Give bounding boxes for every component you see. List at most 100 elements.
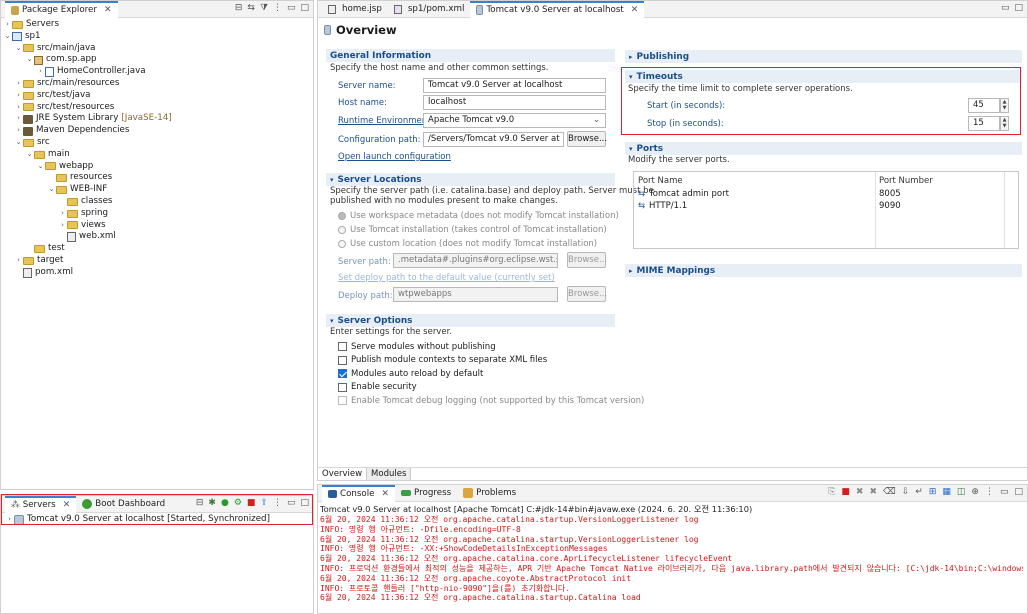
tab-tomcat-server[interactable]: Tomcat v9.0 Server at localhost ✕ <box>470 1 645 18</box>
open-launch-config-link[interactable]: Open launch configuration <box>338 152 451 162</box>
tab-problems[interactable]: Problems <box>457 485 522 502</box>
server-option-checkbox[interactable]: Serve modules without publishing <box>338 340 644 354</box>
chevron-down-icon[interactable]: ⌄ <box>14 137 23 149</box>
runtime-environment-select[interactable]: Apache Tomcat v9.0 ⌄ <box>423 113 606 128</box>
chevron-right-icon[interactable]: › <box>14 255 23 267</box>
chevron-right-icon[interactable]: › <box>36 66 45 78</box>
word-wrap-icon[interactable]: ↵ <box>915 487 923 497</box>
tree-item[interactable]: ⌄ webapp <box>3 161 313 173</box>
tree-item[interactable]: › spring <box>3 208 313 220</box>
tab-modules[interactable]: Modules <box>367 468 412 480</box>
chevron-right-icon[interactable]: › <box>14 113 23 125</box>
server-options-header[interactable]: ▾ Server Options <box>326 314 615 327</box>
close-icon[interactable]: ✕ <box>631 5 639 15</box>
open-console-icon[interactable]: ◫ <box>957 487 966 497</box>
server-path-field[interactable]: .metadata#.plugins#org.eclipse.wst.serve… <box>393 253 558 268</box>
view-menu-icon[interactable]: ⋮ <box>985 487 994 497</box>
tree-item[interactable]: › Maven Dependencies <box>3 125 313 137</box>
tab-console[interactable]: Console ✕ <box>322 485 396 502</box>
chevron-right-icon[interactable]: › <box>14 78 23 90</box>
terminate-icon[interactable]: ■ <box>841 487 850 497</box>
copy-icon[interactable]: ⎘ <box>828 487 835 497</box>
tree-item[interactable]: › src/test/java <box>3 90 313 102</box>
chevron-down-icon[interactable]: ⌄ <box>47 184 56 196</box>
tree-item[interactable]: › HomeController.java <box>3 66 313 78</box>
runtime-environment-link[interactable]: Runtime Environment: <box>338 116 433 126</box>
server-option-checkbox[interactable]: Enable security <box>338 381 644 395</box>
remove-all-icon[interactable]: ✖ <box>869 487 877 497</box>
port-number-cell[interactable]: 9090 <box>879 201 901 211</box>
filter-icon[interactable]: ⧩ <box>260 3 268 13</box>
display-selected-icon[interactable]: ▦ <box>942 487 951 497</box>
tree-item[interactable]: resources <box>3 172 313 184</box>
tab-progress[interactable]: Progress <box>395 485 457 502</box>
tree-item[interactable]: ⌄ src/main/java <box>3 43 313 55</box>
chevron-right-icon[interactable]: › <box>14 102 23 114</box>
chevron-right-icon[interactable]: › <box>3 19 12 31</box>
link-with-editor-icon[interactable]: ⇆ <box>247 3 255 13</box>
radio-custom-location[interactable]: Use custom location (does not modify Tom… <box>338 239 597 249</box>
close-icon[interactable]: ✕ <box>382 489 390 499</box>
set-default-deploy-path-link[interactable]: Set deploy path to the default value (cu… <box>338 273 555 283</box>
chevron-right-icon[interactable]: › <box>58 220 67 232</box>
maximize-icon[interactable]: □ <box>1014 487 1023 497</box>
table-row[interactable]: ⇆ Tomcat admin port 8005 <box>634 189 1004 201</box>
publishing-header[interactable]: ▸ Publishing <box>625 50 1022 63</box>
config-path-field[interactable]: /Servers/Tomcat v9.0 Server at localho <box>423 132 564 147</box>
minimize-icon[interactable]: ▭ <box>1001 3 1010 13</box>
scroll-lock-icon[interactable]: ⇩ <box>902 487 910 497</box>
close-icon[interactable]: ✕ <box>104 5 112 15</box>
server-option-checkbox[interactable]: Enable Tomcat debug logging (not support… <box>338 394 644 408</box>
port-number-cell[interactable]: 8005 <box>879 189 901 199</box>
config-browse-button[interactable]: Browse... <box>567 131 607 147</box>
tab-pom-xml[interactable]: sp1/pom.xml <box>388 1 471 18</box>
tree-item[interactable]: classes <box>3 196 313 208</box>
chevron-down-icon[interactable]: ⌄ <box>36 161 45 173</box>
chevron-down-icon[interactable]: ⌄ <box>25 54 34 66</box>
chevron-down-icon[interactable]: ⌄ <box>14 43 23 55</box>
clear-console-icon[interactable]: ⌫ <box>883 487 896 497</box>
tree-item[interactable]: ⌄ sp1 <box>3 31 313 43</box>
server-option-checkbox[interactable]: Modules auto reload by default <box>338 367 644 381</box>
tab-overview[interactable]: Overview <box>318 468 368 480</box>
tree-item[interactable]: › src/test/resources <box>3 102 313 114</box>
deploy-path-field[interactable]: wtpwebapps <box>393 287 558 302</box>
tree-item[interactable]: › target <box>3 255 313 267</box>
chevron-right-icon[interactable]: › <box>58 208 67 220</box>
console-output[interactable]: 6월 20, 2024 11:36:12 오전 org.apache.catal… <box>320 515 1023 613</box>
tree-item[interactable]: › JRE System Library [JavaSE-14] <box>3 113 313 125</box>
chevron-down-icon[interactable]: ⌄ <box>3 31 12 43</box>
new-console-icon[interactable]: ⊕ <box>971 487 979 497</box>
maximize-icon[interactable]: □ <box>300 3 309 13</box>
tree-item[interactable]: ⌄ src <box>3 137 313 149</box>
radio-workspace-metadata[interactable]: Use workspace metadata (does not modify … <box>338 211 619 221</box>
radio-tomcat-installation[interactable]: Use Tomcat installation (takes control o… <box>338 225 607 235</box>
mime-mappings-header[interactable]: ▸ MIME Mappings <box>625 264 1022 277</box>
server-path-browse-button[interactable]: Browse... <box>567 252 607 268</box>
tab-home-jsp[interactable]: home.jsp <box>322 1 388 18</box>
tree-item[interactable]: test <box>3 243 313 255</box>
table-row[interactable]: ⇆ HTTP/1.1 9090 <box>634 201 1004 213</box>
minimize-icon[interactable]: ▭ <box>1000 487 1009 497</box>
pin-console-icon[interactable]: ⊞ <box>929 487 937 497</box>
view-menu-icon[interactable]: ⋮ <box>273 3 282 13</box>
tree-item[interactable]: ⌄ WEB-INF <box>3 184 313 196</box>
server-option-checkbox[interactable]: Publish module contexts to separate XML … <box>338 354 644 368</box>
ports-header[interactable]: ▾ Ports <box>625 142 1022 155</box>
tree-item[interactable]: pom.xml <box>3 267 313 279</box>
tree-item[interactable]: ⌄ main <box>3 149 313 161</box>
host-name-field[interactable]: localhost <box>423 95 606 110</box>
tree-item[interactable]: ⌄ com.sp.app <box>3 54 313 66</box>
tab-package-explorer[interactable]: Package Explorer ✕ <box>5 1 118 18</box>
tree-item[interactable]: › src/main/resources <box>3 78 313 90</box>
chevron-down-icon[interactable]: ⌄ <box>25 149 34 161</box>
tree-item[interactable]: › Servers <box>3 19 313 31</box>
tree-item[interactable]: web.xml <box>3 231 313 243</box>
server-locations-header[interactable]: ▾ Server Locations <box>326 173 615 186</box>
chevron-right-icon[interactable]: › <box>14 90 23 102</box>
chevron-right-icon[interactable]: › <box>14 125 23 137</box>
remove-launch-icon[interactable]: ✖ <box>856 487 864 497</box>
deploy-path-browse-button[interactable]: Browse... <box>567 286 607 302</box>
port-name-column-header[interactable]: Port Name <box>638 176 683 186</box>
maximize-icon[interactable]: □ <box>1014 3 1023 13</box>
